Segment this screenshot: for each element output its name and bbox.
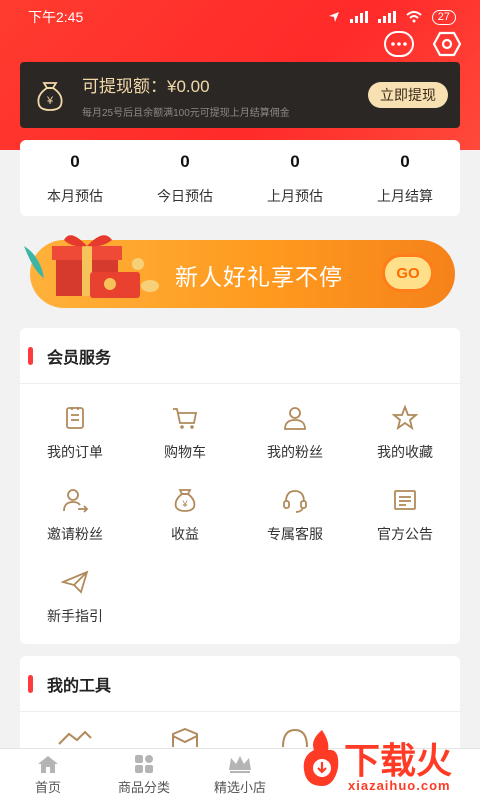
more-dots-icon	[391, 42, 407, 46]
signal-icon	[349, 11, 368, 23]
withdraw-button[interactable]: 立即提现	[368, 82, 448, 108]
stat-this-month[interactable]: 0 本月预估	[20, 140, 130, 216]
tab-label: 商品分类	[117, 780, 170, 795]
stat-label: 本月预估	[47, 188, 103, 204]
invite-icon	[63, 489, 89, 513]
order-icon	[66, 407, 84, 429]
withdraw-amount: 可提现额：¥0.00	[82, 76, 210, 96]
headset-icon	[283, 490, 307, 513]
tab-home[interactable]: 首页	[0, 749, 96, 800]
stat-value: 0	[400, 152, 410, 171]
stat-value: 0	[290, 152, 300, 171]
service-grid: 我的订单 购物车 我的粉丝 我的收藏 邀请粉丝 ¥ 收益 专属客服 官方公告 新…	[20, 384, 460, 640]
service-invite-fans[interactable]: 邀请粉丝	[20, 476, 130, 558]
more-button[interactable]	[384, 31, 414, 57]
service-my-fans[interactable]: 我的粉丝	[240, 394, 350, 476]
withdraw-text: 可提现额：¥0.00 每月25号后且余额满100元可提现上月结算佣金	[82, 72, 368, 119]
watermark-logo: 下载火 xiazaihuo.com	[296, 722, 480, 800]
svg-text:¥: ¥	[181, 499, 188, 509]
banner-go-button[interactable]: GO	[382, 254, 434, 292]
paper-plane-icon	[61, 570, 89, 594]
notice-icon	[394, 490, 416, 510]
battery-indicator: 27	[431, 9, 456, 25]
member-services-section: 会员服务 我的订单 购物车 我的粉丝 我的收藏 邀请粉丝 ¥ 收益 专属客服 官…	[20, 328, 460, 644]
star-icon	[391, 404, 419, 431]
section-header: 我的工具	[20, 656, 460, 712]
withdraw-rule: 每月25号后且余额满100元可提现上月结算佣金	[82, 107, 290, 119]
service-earnings[interactable]: ¥ 收益	[130, 476, 240, 558]
service-label: 专属客服	[267, 526, 323, 542]
status-bar: 下午2:45 27	[0, 0, 480, 34]
section-title: 会员服务	[47, 349, 112, 367]
service-label: 我的订单	[47, 444, 103, 460]
stat-last-month-settled[interactable]: 0 上月结算	[350, 140, 460, 216]
svg-text:¥: ¥	[46, 95, 54, 107]
service-beginner-guide[interactable]: 新手指引	[20, 558, 130, 640]
tool-item-2[interactable]	[130, 728, 240, 748]
envelope-icon	[172, 728, 198, 747]
service-cart[interactable]: 购物车	[130, 394, 240, 476]
watermark-url: xiazaihuo.com	[348, 778, 451, 793]
section-title: 我的工具	[47, 677, 112, 695]
stat-today[interactable]: 0 今日预估	[130, 140, 240, 216]
stat-value: 0	[70, 152, 80, 171]
stats-card: 0 本月预估 0 今日预估 0 上月预估 0 上月结算	[20, 140, 460, 216]
tool-item-1[interactable]	[20, 728, 130, 748]
header-actions	[384, 31, 462, 57]
section-accent-bar	[28, 674, 33, 693]
service-label: 我的收藏	[377, 444, 433, 460]
tab-label: 精选小店	[213, 780, 266, 795]
gift-box-icon	[24, 235, 159, 298]
signal-icon-2	[377, 11, 396, 23]
watermark-text: 下载火	[344, 740, 453, 781]
money-bag-icon: ¥	[37, 82, 63, 111]
stat-last-month[interactable]: 0 上月预估	[240, 140, 350, 216]
settings-hex-icon	[432, 31, 462, 57]
stat-value: 0	[180, 152, 190, 171]
new-user-banner[interactable]: 新人好礼享不停 GO	[20, 234, 458, 314]
cart-icon	[173, 408, 198, 429]
service-favorites[interactable]: 我的收藏	[350, 394, 460, 476]
service-label: 我的粉丝	[267, 444, 323, 460]
withdraw-card: ¥ 可提现额：¥0.00 每月25号后且余额满100元可提现上月结算佣金 立即提…	[20, 62, 460, 128]
service-label: 收益	[171, 526, 199, 542]
handshake-icon	[58, 730, 92, 745]
service-label: 邀请粉丝	[47, 526, 103, 542]
service-customer-support[interactable]: 专属客服	[240, 476, 350, 558]
tab-categories[interactable]: 商品分类	[96, 749, 192, 800]
service-my-orders[interactable]: 我的订单	[20, 394, 130, 476]
service-announcements[interactable]: 官方公告	[350, 476, 460, 558]
home-icon	[38, 756, 58, 773]
user-icon	[284, 407, 306, 430]
flame-logo-icon	[303, 730, 339, 786]
banner-text: 新人好礼享不停	[175, 264, 343, 290]
service-label: 新手指引	[47, 608, 103, 624]
money-bag-icon: ¥	[174, 489, 196, 512]
section-header: 会员服务	[20, 328, 460, 384]
tab-featured-shop[interactable]: 精选小店	[192, 749, 288, 800]
wifi-icon	[406, 11, 422, 23]
section-accent-bar	[28, 346, 33, 365]
location-icon	[328, 12, 339, 22]
service-label: 官方公告	[377, 526, 433, 542]
tab-label: 首页	[34, 780, 61, 795]
stat-label: 上月结算	[377, 188, 433, 204]
stat-label: 今日预估	[157, 188, 213, 204]
status-icons: 27	[328, 9, 456, 25]
settings-button[interactable]	[432, 31, 462, 57]
crown-icon	[229, 756, 251, 773]
stat-label: 上月预估	[267, 188, 323, 204]
status-time: 下午2:45	[28, 9, 84, 25]
service-label: 购物车	[164, 444, 206, 460]
category-icon	[135, 755, 153, 773]
